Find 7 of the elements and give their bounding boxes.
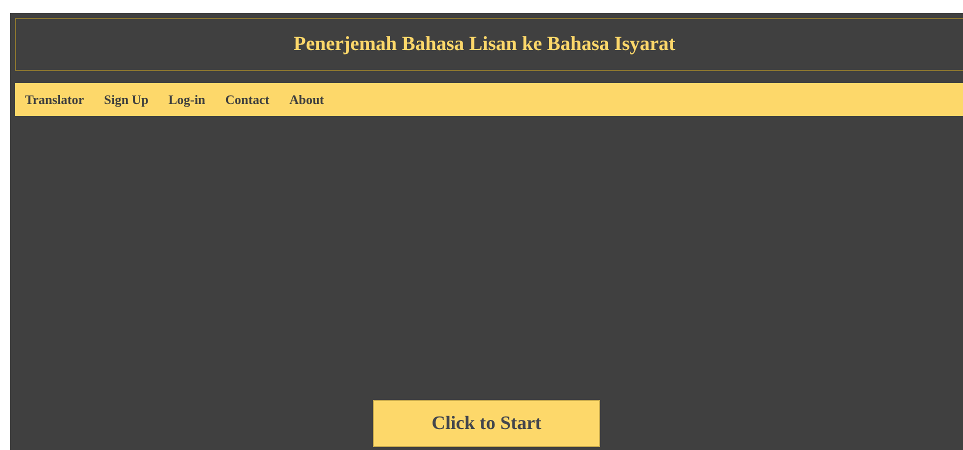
nav-link[interactable]: Sign Up [104,92,148,108]
nav-link[interactable]: Log-in [168,92,206,108]
site-title: Penerjemah Bahasa Lisan ke Bahasa Isyarat [294,33,676,56]
nav-link[interactable]: Translator [25,92,84,108]
nav-link[interactable]: About [289,92,324,108]
start-button[interactable]: Click to Start [373,400,600,447]
nav-link[interactable]: Contact [225,92,270,108]
